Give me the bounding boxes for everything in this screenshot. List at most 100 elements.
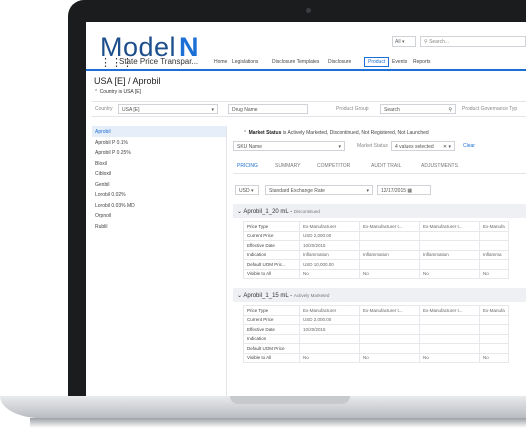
table-cell (419, 333, 480, 344)
tab-audit-trail[interactable]: AUDIT TRAIL (371, 163, 401, 169)
price-table: Price Type Ex-Manufacturer Ex-Manufacturer… (243, 305, 509, 363)
table-cell: Ex-Manufacturer t... (359, 221, 420, 232)
drug-item[interactable]: Aprobil P 0.1% (92, 137, 226, 148)
table-cell (359, 314, 420, 325)
breadcrumb[interactable]: ⌃ Country is USA [E] (94, 89, 141, 95)
table-cell (359, 230, 420, 241)
laptop-mockup: Model N All ▾ ⚲ Search... ⋮⋮⋮ State Price… (0, 0, 526, 445)
table-cell (359, 240, 420, 251)
table-cell: Inflammation (299, 249, 360, 260)
drug-item[interactable]: Rublil (92, 221, 226, 232)
market-status-label: Market Status (357, 143, 388, 149)
tab-competitor[interactable]: COMPETITOR (317, 163, 350, 169)
drug-item[interactable]: Aprobil (92, 126, 226, 137)
main-panel: ⌃ Market Status is Actively Marketed, Di… (233, 126, 526, 396)
table-cell: Ex-Manufa (479, 305, 509, 316)
price-table: Price Type Ex-Manufacturer Ex-Manufacturer… (243, 221, 509, 279)
table-cell: Default UOM Pric... (243, 259, 300, 270)
table-cell: Ex-Manufacturer t... (419, 305, 480, 316)
market-status-summary[interactable]: ⌃ Market Status is Actively Marketed, Di… (243, 130, 429, 136)
table-cell: 10/20/2015 (299, 240, 360, 251)
nav-disclosure[interactable]: Disclosure (328, 59, 351, 65)
nav-disclosure-templates[interactable]: Disclosure Templates (272, 59, 319, 65)
laptop-notch (230, 396, 350, 404)
drug-item[interactable]: Genbil (92, 179, 226, 190)
table-cell: No (299, 352, 360, 363)
tab-adjustments[interactable]: ADJUSTMENTS (421, 163, 458, 169)
drug-item[interactable]: Orpnoil (92, 210, 226, 221)
detail-tabs: PRICING SUMMARY COMPETITOR AUDIT TRAIL A… (233, 160, 526, 174)
table-cell: Ex-Manufacturer t... (419, 221, 480, 232)
product-group-search[interactable]: Search ⚲ (380, 104, 456, 114)
table-cell: Ex-Manufacturer t... (359, 305, 420, 316)
table-cell: No (479, 268, 509, 279)
drug-item[interactable]: Bloxil (92, 158, 226, 169)
table-cell (299, 333, 360, 344)
app-screen: Model N All ▾ ⚲ Search... ⋮⋮⋮ State Price… (86, 22, 526, 396)
country-select[interactable]: USA [E] ▾ (118, 104, 218, 114)
drug-name-input[interactable]: Drug Name (228, 104, 308, 114)
webcam (306, 8, 311, 13)
nav-reports[interactable]: Reports (413, 59, 431, 65)
table-cell (479, 324, 509, 335)
table-cell: Ex-Manufacturer (299, 305, 360, 316)
table-cell: Price Type (243, 305, 300, 316)
filter-row: Country USA [E] ▾ Drug Name Product Group… (92, 101, 526, 117)
table-cell (419, 259, 480, 270)
market-status-select[interactable]: 4 values selected ✕ ▾ (391, 141, 455, 151)
table-cell (479, 240, 509, 251)
table-cell: No (359, 352, 420, 363)
drug-item[interactable]: Lorobil 0.02% (92, 189, 226, 200)
laptop-shadow (30, 418, 526, 428)
drug-item[interactable]: Cibloxil (92, 168, 226, 179)
drug-item[interactable]: Aprobil P 0.25% (92, 147, 226, 158)
sku-name-select[interactable]: SKU Name ▾ (233, 141, 345, 151)
table-cell: Visible to All (243, 352, 300, 363)
table-cell (359, 333, 420, 344)
tab-summary[interactable]: SUMMARY (275, 163, 300, 169)
table-cell: No (299, 268, 360, 279)
table-cell: Current Price (243, 314, 300, 325)
table-cell: Visible to All (243, 268, 300, 279)
sku-group: ⌄ Aprobil_1_20 mL - Discontinued Price T… (233, 204, 526, 279)
table-cell: Inflamma (479, 249, 509, 260)
table-cell: No (419, 352, 480, 363)
table-cell (479, 333, 509, 344)
nav-product[interactable]: Product (364, 57, 390, 67)
currency-select[interactable]: USD ▾ (235, 185, 259, 195)
table-cell: Inflammation (419, 249, 480, 260)
nav-events[interactable]: Events (392, 59, 407, 65)
table-cell (479, 343, 509, 354)
table-cell (359, 259, 420, 270)
table-cell: USD 10,000.00 (299, 259, 360, 270)
drug-item[interactable]: Lorobil 0.03% MD (92, 200, 226, 211)
table-cell: 10/20/2015 (299, 324, 360, 335)
table-cell (299, 343, 360, 354)
nav-home[interactable]: Home (214, 59, 227, 65)
sku-group-header[interactable]: ⌄ Aprobil_1_20 mL - Discontinued (233, 204, 526, 218)
table-cell (419, 314, 480, 325)
table-cell: Inflammation (359, 249, 420, 260)
table-cell: Effective Date (243, 324, 300, 335)
date-picker[interactable]: 12/17/2015 ▦ (377, 185, 431, 195)
nav-bar: ⋮⋮⋮ State Price Transpar... Home Legisla… (86, 55, 526, 71)
table-cell (479, 314, 509, 325)
global-search-scope[interactable]: All ▾ (392, 36, 416, 47)
product-group-label: Product Group (336, 106, 369, 112)
global-search-input[interactable]: ⚲ Search... (420, 36, 526, 47)
table-cell: Effective Date (243, 240, 300, 251)
market-status-filters: SKU Name ▾ Market Status 4 values selecte… (233, 139, 526, 152)
table-cell (479, 230, 509, 241)
table-cell (479, 259, 509, 270)
table-cell (419, 240, 480, 251)
nav-legislations[interactable]: Legislations (232, 59, 258, 65)
clear-link[interactable]: Clear (463, 143, 475, 149)
table-cell: USD 2,000.00 (299, 314, 360, 325)
tab-pricing[interactable]: PRICING (237, 163, 258, 169)
table-cell: Ex-Manufa (479, 221, 509, 232)
exchange-rate-select[interactable]: Standard Exchange Rate ▾ (265, 185, 373, 195)
table-cell (419, 230, 480, 241)
pricing-toolbar: USD ▾ Standard Exchange Rate ▾ 12/17/2015… (233, 183, 526, 197)
table-cell (359, 324, 420, 335)
sku-group-header[interactable]: ⌄ Aprobil_1_15 mL - Actively Marketed (233, 288, 526, 302)
